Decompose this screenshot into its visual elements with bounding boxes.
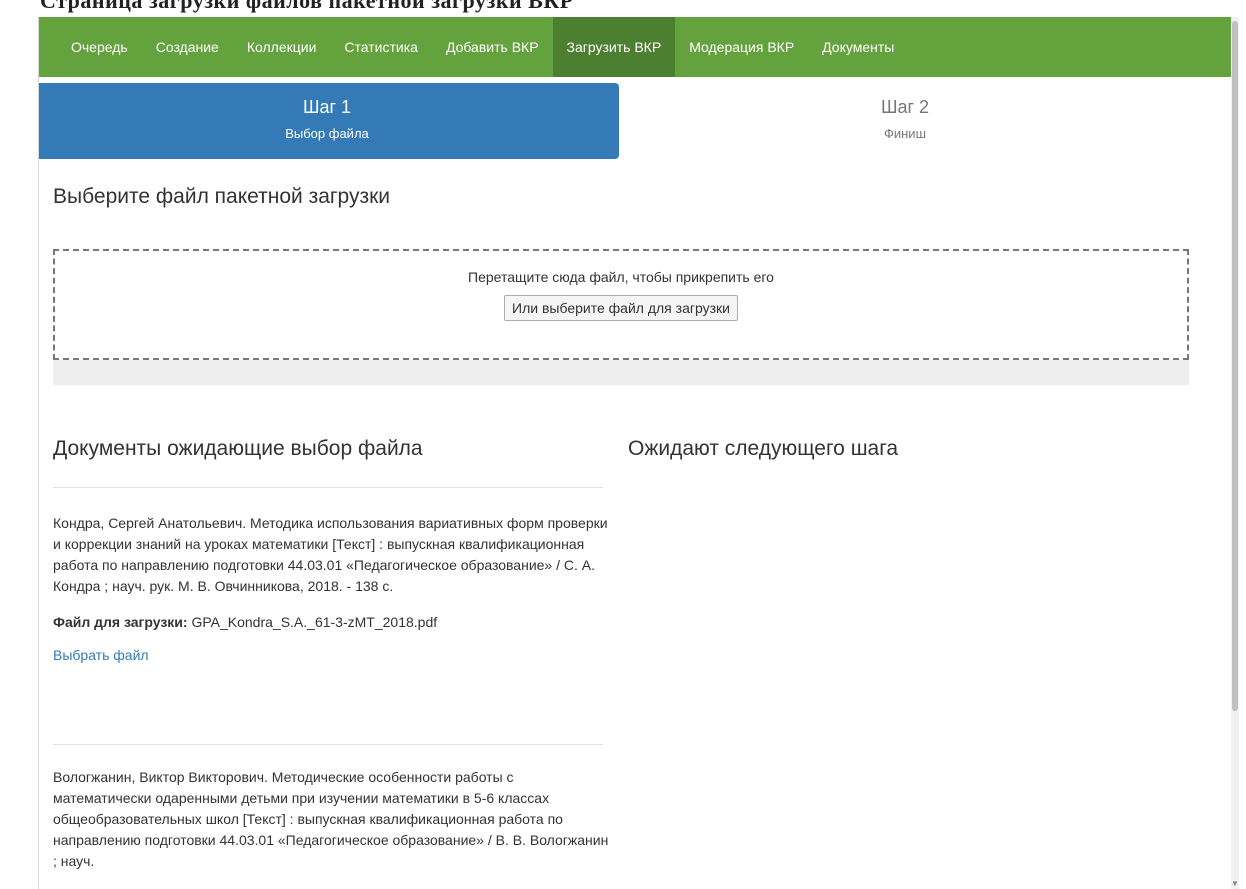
- step-2[interactable]: Шаг 2 Финиш: [619, 83, 1191, 159]
- choose-file-button[interactable]: Или выберите файл для загрузки: [504, 295, 738, 321]
- scrollbar-thumb[interactable]: [1232, 21, 1238, 711]
- next-step-title: Ожидают следующего шага: [628, 437, 899, 460]
- pending-docs-title: Документы ожидающие выбор файла: [53, 437, 423, 460]
- nav-item-add-thesis[interactable]: Добавить ВКР: [432, 17, 553, 77]
- step-2-subtitle: Финиш: [883, 126, 926, 141]
- nav-item-moderation[interactable]: Модерация ВКР: [675, 17, 808, 77]
- file-dropzone[interactable]: Перетащите сюда файл, чтобы прикрепить е…: [53, 249, 1189, 360]
- dropzone-text: Перетащите сюда файл, чтобы прикрепить е…: [468, 269, 774, 285]
- file-info: Файл для загрузки: GPA_Kondra_S.A._61-3-…: [53, 612, 613, 633]
- caption-strip: Страница загрузки файлов пакетной загруз…: [0, 0, 1246, 17]
- pending-document: Кондра, Сергей Анатольевич. Методика исп…: [53, 513, 613, 666]
- nav-item-statistics[interactable]: Статистика: [330, 17, 432, 77]
- step-1-title: Шаг 1: [302, 97, 352, 117]
- page-caption: Страница загрузки файлов пакетной загруз…: [40, 0, 574, 13]
- document-description: Вологжанин, Виктор Викторович. Методичес…: [53, 769, 609, 869]
- nav-item-create[interactable]: Создание: [142, 17, 233, 77]
- divider: [53, 487, 603, 488]
- wizard-steps: Шаг 1 Выбор файла Шаг 2 Финиш: [39, 83, 1191, 159]
- select-file-link[interactable]: Выбрать файл: [53, 645, 149, 666]
- nav-item-documents[interactable]: Документы: [808, 17, 908, 77]
- step-1[interactable]: Шаг 1 Выбор файла: [39, 83, 619, 159]
- nav-item-collections[interactable]: Коллекции: [233, 17, 331, 77]
- scroll-down-icon[interactable]: ▼: [1231, 879, 1239, 889]
- step-1-subtitle: Выбор файла: [285, 126, 369, 141]
- main-navbar: Очередь Создание Коллекции Статистика До…: [39, 17, 1239, 77]
- document-description: Кондра, Сергей Анатольевич. Методика исп…: [53, 515, 608, 594]
- vertical-scrollbar[interactable]: ▼: [1231, 17, 1239, 889]
- nav-item-upload-thesis[interactable]: Загрузить ВКР: [552, 17, 676, 77]
- step-2-title: Шаг 2: [880, 97, 930, 117]
- dropzone-container: Перетащите сюда файл, чтобы прикрепить е…: [53, 249, 1189, 385]
- file-name: GPA_Kondra_S.A._61-3-zMT_2018.pdf: [191, 614, 438, 630]
- divider: [53, 744, 603, 745]
- upload-section-title: Выберите файл пакетной загрузки: [53, 185, 391, 208]
- nav-item-queue[interactable]: Очередь: [39, 17, 142, 77]
- pending-document: Вологжанин, Виктор Викторович. Методичес…: [53, 767, 613, 872]
- browser-viewport: Очередь Создание Коллекции Статистика До…: [38, 17, 1239, 889]
- file-label: Файл для загрузки:: [53, 614, 188, 630]
